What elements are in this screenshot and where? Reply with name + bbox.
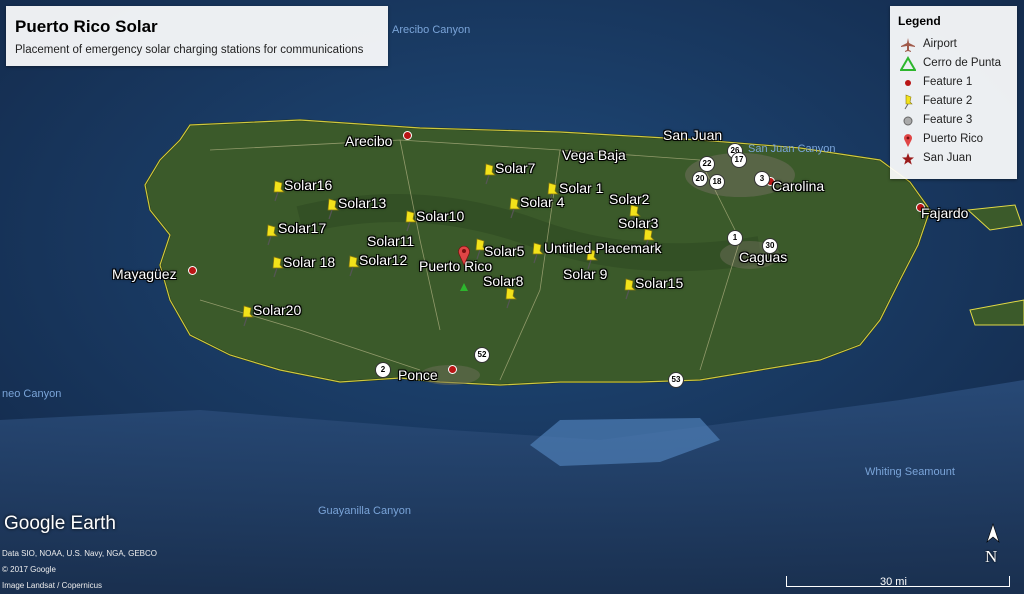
legend-item-feature-1: Feature 1 [898,74,1016,92]
route-shield: 52 [474,347,490,363]
place-label: Mayagüez [112,266,177,282]
solar-pushpin-icon[interactable] [264,224,278,246]
solar-label: Solar 4 [520,194,565,210]
route-shield: 18 [709,174,725,190]
place-label: Ponce [398,367,438,383]
solar-pushpin-icon[interactable] [270,256,284,278]
legend-item-feature-3: Feature 3 [898,112,1016,130]
solar-label: Untitled Placemark [544,240,662,256]
route-shield: 30 [762,238,778,254]
ocean-label: neo Canyon [2,388,62,400]
solar-pushpin-icon[interactable] [240,305,254,327]
route-shield: 53 [668,372,684,388]
solar-label: Solar13 [338,195,387,211]
solar-pushpin-icon[interactable] [622,278,636,300]
route-shield: 17 [731,152,747,168]
google-earth-logo: Google Earth [4,513,116,534]
legend-item-san-juan: San Juan [898,150,1016,168]
place-label: Puerto Rico [419,258,493,274]
legend-item-cerro-de-punta: Cerro de Punta [898,55,1016,73]
title-panel: Puerto Rico Solar Placement of emergency… [6,6,388,66]
place-label: San Juan [663,127,723,143]
solar-pushpin-icon[interactable] [503,287,517,309]
route-shield: 2 [375,362,391,378]
city-marker[interactable] [448,365,457,374]
solar-label: Solar3 [618,215,659,231]
star-icon [902,153,914,165]
solar-label: Solar2 [609,191,650,207]
solar-label: Solar11 [367,233,415,249]
solar-pushpin-icon[interactable] [530,242,544,264]
solar-label: Solar12 [359,252,408,268]
legend-item-airport: Airport [898,36,1016,54]
solar-pushpin-icon[interactable] [271,180,285,202]
solar-pushpin-icon[interactable] [507,197,521,219]
attribution-data: Data SIO, NOAA, U.S. Navy, NGA, GEBCO [2,549,157,558]
route-shield: 3 [754,171,770,187]
legend-title: Legend [898,14,941,28]
route-shield: 22 [699,156,715,172]
solar-label: Solar5 [484,243,525,259]
map-subtitle: Placement of emergency solar charging st… [15,44,364,56]
red-dot-icon [905,80,911,86]
attribution-imagery: Image Landsat / Copernicus [2,581,103,590]
solar-pushpin-icon[interactable] [346,255,360,277]
triangle-icon [900,56,916,71]
red-pin-icon [904,134,912,147]
yellow-pushpin-icon [904,94,913,110]
solar-pushpin-icon[interactable] [482,163,496,185]
solar-label: Solar 9 [563,266,608,282]
route-shield: 20 [692,171,708,187]
attribution-copyright: © 2017 Google [2,565,56,574]
place-label: Fajardo [921,205,969,221]
legend-panel: Legend Airport Cerro de Punta Feature 1 … [890,6,1017,179]
ocean-label: San Juan Canyon [748,143,836,155]
place-label: Arecibo [345,133,393,149]
ocean-label: Whiting Seamount [865,466,955,478]
solar-label: Solar20 [253,302,302,318]
route-shield: 1 [727,230,743,246]
scale-label: 30 mi [880,576,907,588]
city-marker[interactable] [403,131,412,140]
solar-label: Solar8 [483,273,524,289]
map-canvas[interactable]: Puerto Rico Solar Placement of emergency… [0,0,1024,594]
puerto-rico-pin-icon[interactable] [457,244,471,266]
city-marker[interactable] [188,266,197,275]
place-label: Vega Baja [562,147,626,163]
solar-label: Solar7 [495,160,536,176]
solar-label: Solar10 [416,208,465,224]
solar-label: Solar16 [284,177,333,193]
solar-label: Solar17 [278,220,327,236]
compass-label: N [985,547,998,566]
place-label: Carolina [772,178,825,194]
map-title: Puerto Rico Solar [15,17,158,36]
ocean-label: Arecibo Canyon [392,24,471,36]
solar-pushpin-icon[interactable] [403,210,417,232]
solar-label: Solar 18 [283,254,336,270]
ocean-label: Guayanilla Canyon [318,505,411,517]
gray-circle-icon [903,116,913,126]
solar-pushpin-icon[interactable] [325,198,339,220]
solar-label: Solar15 [635,275,684,291]
solar-label: Solar 1 [559,180,604,196]
airplane-icon [901,38,915,52]
legend-item-feature-2: Feature 2 [898,93,1016,111]
legend-item-puerto-rico: Puerto Rico [898,131,1016,149]
cerro-de-punta-icon[interactable] [460,283,468,291]
